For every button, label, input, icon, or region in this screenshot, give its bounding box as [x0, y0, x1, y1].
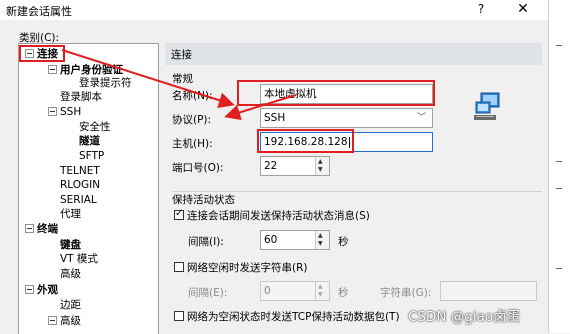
spin-down-icon[interactable]: ▼ — [318, 167, 323, 173]
window-title: 新建会话属性 — [6, 5, 72, 18]
collapse-icon[interactable] — [48, 64, 57, 74]
port-label: 端口号(O): — [172, 162, 224, 174]
keepalive-group-label: 保持活动状态 — [172, 194, 235, 206]
seconds2-label: 秒 — [338, 287, 349, 299]
background-window-mark — [556, 161, 562, 162]
interval-input[interactable]: 60 ▲ ▼ — [260, 230, 330, 250]
collapse-icon[interactable] — [25, 284, 34, 294]
tree-item-rlogin[interactable]: RLOGIN — [60, 179, 100, 192]
name-label: 名称(N): — [172, 90, 213, 102]
background-window-mark — [556, 268, 562, 269]
chevron-down-icon: ﹀ — [416, 113, 426, 123]
spin-down-icon[interactable]: ▼ — [318, 292, 323, 298]
title-bar: 新建会话属性 ? ✕ — [0, 0, 548, 20]
collapse-icon[interactable] — [48, 106, 57, 116]
watermark: CSDN @giao卤蛋 — [408, 309, 521, 325]
tree-item-login-script[interactable]: 登录脚本 — [60, 91, 102, 104]
tree-item-appearance-advanced[interactable]: 高级 — [48, 315, 81, 328]
highlight-box-name — [237, 80, 435, 106]
general-group-label: 常规 — [172, 73, 193, 85]
spin-up-icon[interactable]: ▲ — [318, 284, 323, 290]
interval2-label: 间隔(E): — [188, 287, 228, 299]
send-keepalive-checkbox[interactable] — [174, 208, 184, 220]
panel-header: 连接 — [165, 43, 542, 65]
collapse-icon[interactable] — [48, 315, 57, 325]
spin-up-icon[interactable]: ▲ — [318, 159, 323, 165]
tree-item-security[interactable]: 安全性 — [79, 121, 111, 134]
protocol-select[interactable]: SSH ﹀ — [260, 108, 433, 128]
port-value: 22 — [264, 160, 278, 172]
spin-down-icon[interactable]: ▼ — [318, 241, 323, 247]
interval2-value: 0 — [264, 285, 271, 297]
background-window-mark — [556, 188, 562, 189]
background-window-edge — [548, 0, 570, 333]
tree-item-authentication[interactable]: 用户身份验证 — [48, 64, 123, 77]
tree-item-telnet[interactable]: TELNET — [60, 165, 100, 178]
tree-item-ssh[interactable]: SSH — [48, 106, 81, 119]
help-button[interactable]: ? — [471, 2, 491, 16]
interval-spinner[interactable]: ▲ ▼ — [315, 231, 329, 249]
string-label: 字符串(G): — [380, 287, 432, 299]
tree-item-margins[interactable]: 边距 — [60, 299, 81, 312]
host-label: 主机(H): — [172, 138, 213, 150]
interval2-input[interactable]: 0 ▲ ▼ — [260, 281, 330, 301]
panel-header-title: 连接 — [171, 49, 192, 61]
spin-up-icon[interactable]: ▲ — [318, 233, 323, 239]
highlight-box-host — [257, 129, 354, 153]
interval-label: 间隔(I): — [188, 236, 224, 248]
interval-value: 60 — [264, 234, 278, 246]
tcp-keepalive-label[interactable]: 网络为空闲状态时发送TCP保持活动数据包(T) — [187, 309, 400, 324]
idle-string-checkbox[interactable] — [174, 262, 184, 272]
tree-item-serial[interactable]: SERIAL — [60, 194, 97, 207]
tree-item-sftp[interactable]: SFTP — [79, 150, 104, 163]
tree-item-login-prompts[interactable]: 登录提示符 — [79, 77, 132, 90]
category-tree[interactable]: 连接 用户身份验证 登录提示符 登录脚本 SSH 安全性 隧道 SFTP TEL… — [18, 43, 159, 334]
seconds-label: 秒 — [338, 236, 349, 248]
tree-item-tunnel[interactable]: 隧道 — [79, 135, 100, 148]
port-input[interactable]: 22 ▲ ▼ — [260, 156, 330, 176]
port-spinner[interactable]: ▲ ▼ — [315, 157, 329, 175]
tcp-keepalive-checkbox[interactable] — [174, 311, 184, 321]
tree-item-vt-mode[interactable]: VT 模式 — [60, 253, 98, 266]
interval2-spinner[interactable]: ▲ ▼ — [315, 282, 329, 300]
close-button[interactable]: ✕ — [513, 1, 533, 17]
tree-item-appearance[interactable]: 外观 — [25, 284, 58, 297]
string-input[interactable] — [440, 281, 537, 301]
collapse-icon[interactable] — [25, 223, 34, 233]
protocol-label: 协议(P): — [172, 114, 212, 126]
tree-item-keyboard[interactable]: 键盘 — [60, 239, 81, 252]
tree-item-advanced[interactable]: 高级 — [60, 268, 81, 281]
tree-item-proxy[interactable]: 代理 — [60, 208, 81, 221]
background-window-mark — [556, 45, 562, 46]
computer-network-icon — [472, 91, 504, 123]
protocol-value: SSH — [264, 112, 286, 124]
highlight-box-connection — [19, 45, 65, 62]
tree-item-terminal[interactable]: 终端 — [25, 223, 58, 236]
send-keepalive-label[interactable]: 连接会话期间发送保持活动状态消息(S) — [187, 208, 370, 223]
idle-string-label[interactable]: 网络空闲时发送字符串(R) — [187, 260, 308, 275]
